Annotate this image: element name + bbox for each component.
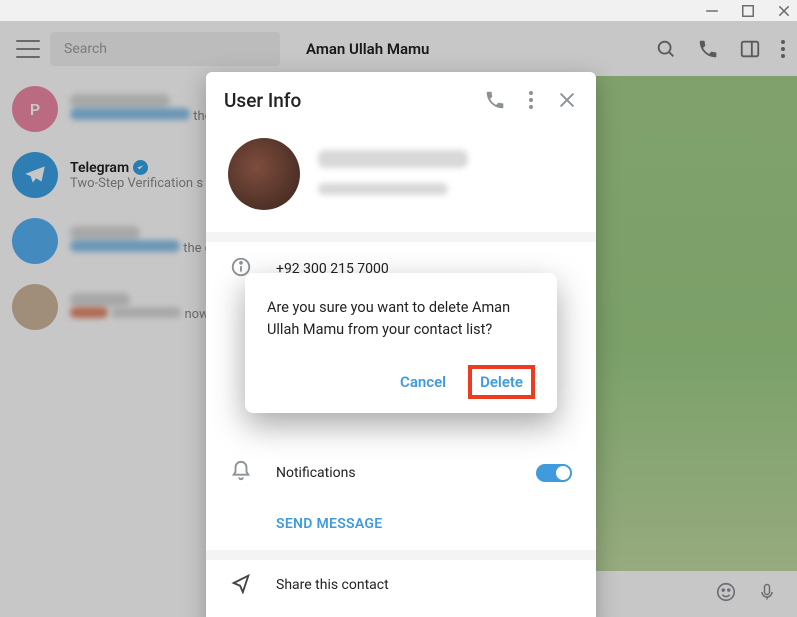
close-window-button[interactable]: [777, 4, 791, 18]
confirm-delete-dialog: Are you sure you want to delete Aman Ull…: [245, 273, 557, 413]
dialog-text: Are you sure you want to delete Aman Ull…: [267, 297, 535, 341]
profile-name: [318, 150, 468, 199]
profile-avatar[interactable]: [228, 138, 300, 210]
close-panel-icon[interactable]: [556, 89, 578, 111]
minimize-button[interactable]: [705, 4, 719, 18]
cancel-button[interactable]: Cancel: [388, 365, 458, 399]
send-message-button[interactable]: SEND MESSAGE: [206, 500, 596, 550]
edit-contact-row[interactable]: Edit contact: [206, 610, 596, 617]
panel-title: User Info: [224, 89, 470, 112]
maximize-button[interactable]: [741, 4, 755, 18]
panel-more-icon[interactable]: [520, 89, 542, 111]
titlebar: [0, 0, 797, 21]
share-icon: [230, 572, 252, 598]
share-contact-label: Share this contact: [276, 577, 389, 593]
delete-button[interactable]: Delete: [468, 365, 535, 399]
notifications-label: Notifications: [276, 465, 356, 481]
bell-icon: [230, 460, 252, 486]
notifications-row[interactable]: Notifications: [206, 446, 596, 500]
call-icon[interactable]: [484, 89, 506, 111]
share-contact-row[interactable]: Share this contact: [206, 560, 596, 610]
notifications-toggle[interactable]: [536, 464, 572, 482]
